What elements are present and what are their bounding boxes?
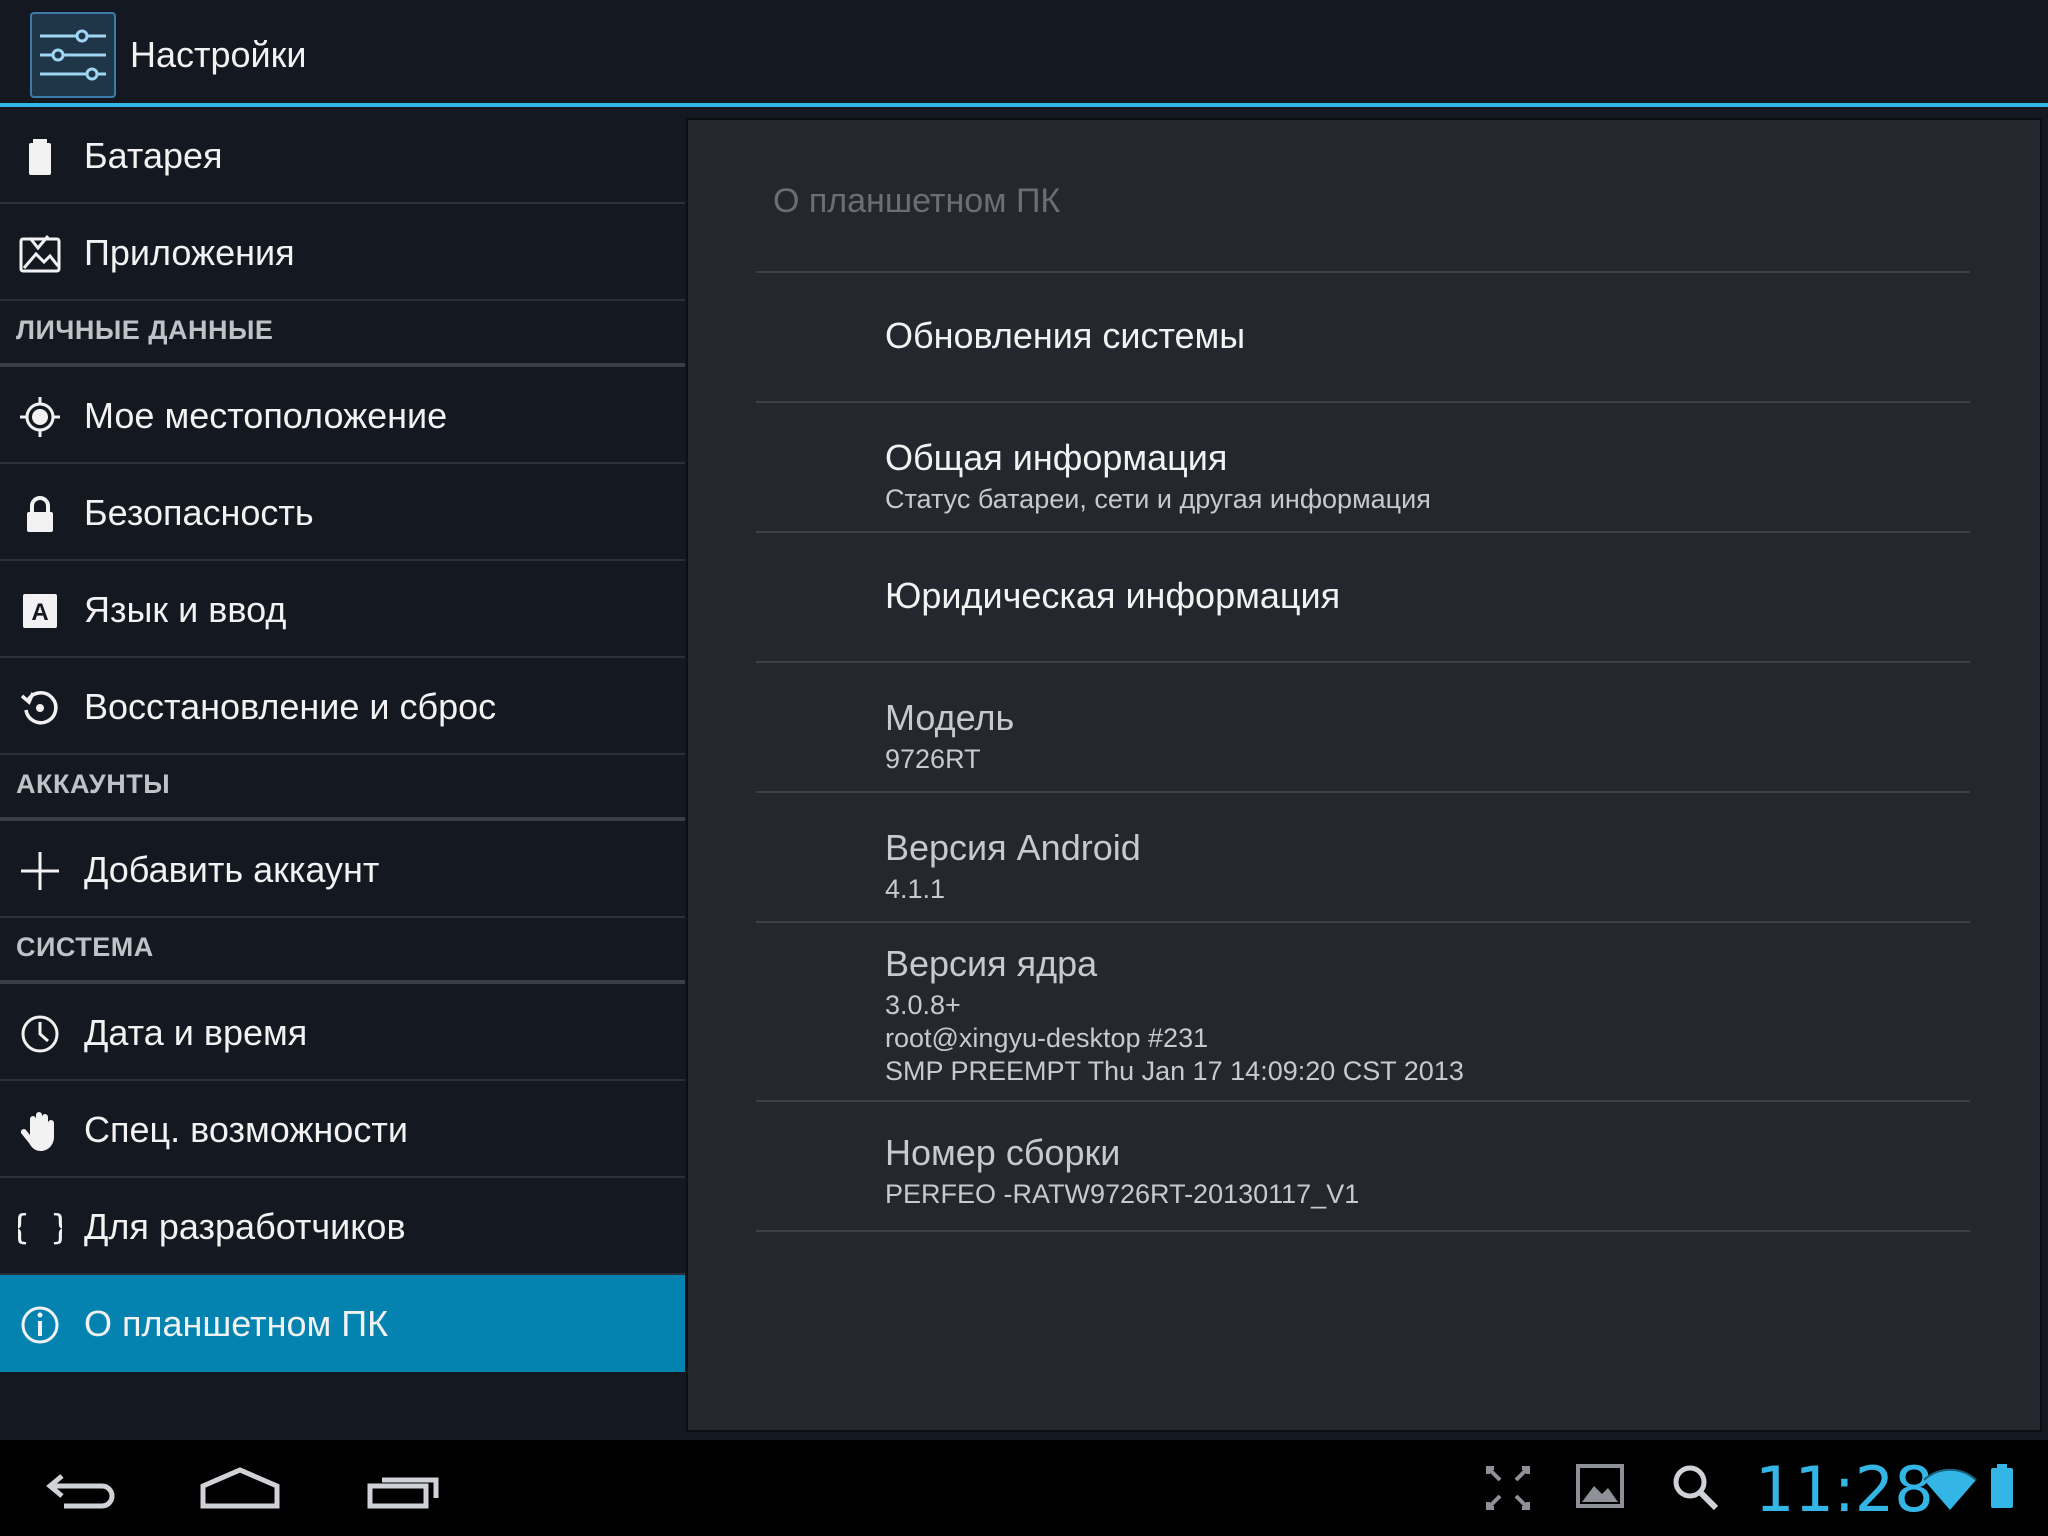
pref-summary: 4.1.1 bbox=[885, 874, 946, 904]
pref-title: Версия Android bbox=[885, 827, 1141, 868]
info-icon bbox=[21, 1306, 59, 1344]
pref-title: Общая информация bbox=[885, 437, 1228, 478]
pref-summary: PERFEO -RATW9726RT-20130117_V1 bbox=[885, 1179, 1360, 1209]
pref-status[interactable]: Общая информация Статус батареи, сети и … bbox=[756, 403, 1970, 531]
sidebar-item-language[interactable]: A Язык и ввод bbox=[0, 561, 685, 658]
sidebar-item-location[interactable]: Мое местоположение bbox=[0, 367, 685, 464]
sidebar-item-label: Приложения bbox=[84, 232, 295, 273]
app-title: Настройки bbox=[130, 34, 307, 75]
settings-sliders-icon[interactable] bbox=[30, 12, 116, 98]
sidebar-item-about-tablet[interactable]: О планшетном ПК bbox=[0, 1275, 685, 1372]
section-header-personal: ЛИЧНЫЕ ДАННЫЕ bbox=[0, 301, 685, 367]
gallery-icon[interactable] bbox=[1572, 1440, 1628, 1536]
sidebar-item-add-account[interactable]: Добавить аккаунт bbox=[0, 821, 685, 918]
sidebar-item-apps[interactable]: Приложения bbox=[0, 204, 685, 301]
svg-text:{ }: { } bbox=[18, 1208, 62, 1248]
fullscreen-icon[interactable] bbox=[1480, 1440, 1536, 1536]
section-header-accounts: АККАУНТЫ bbox=[0, 755, 685, 821]
sidebar-item-label: Мое местоположение bbox=[84, 395, 448, 436]
pref-kernel-version: Версия ядра 3.0.8+ root@xingyu-desktop #… bbox=[756, 923, 1970, 1100]
pref-model: Модель 9726RT bbox=[756, 663, 1970, 791]
apps-icon bbox=[19, 235, 61, 273]
sidebar-item-developer[interactable]: { } Для разработчиков bbox=[0, 1178, 685, 1275]
pref-summary-line: SMP PREEMPT Thu Jan 17 14:09:20 CST 2013 bbox=[885, 1056, 1464, 1086]
sidebar-item-backup-reset[interactable]: Восстановление и сброс bbox=[0, 658, 685, 755]
keyboard-language-icon: A bbox=[23, 594, 57, 628]
section-header-system: СИСТЕМА bbox=[0, 918, 685, 984]
pref-title: Номер сборки bbox=[885, 1132, 1121, 1173]
hand-icon bbox=[20, 1112, 54, 1151]
sidebar-item-battery[interactable]: Батарея bbox=[0, 107, 685, 204]
pref-title: Версия ядра bbox=[885, 943, 1098, 984]
pref-summary-line: 3.0.8+ bbox=[885, 990, 961, 1020]
pref-build-number[interactable]: Номер сборки PERFEO -RATW9726RT-20130117… bbox=[756, 1102, 1970, 1230]
section-header-label: СИСТЕМА bbox=[16, 932, 154, 962]
pane-header: О планшетном ПК bbox=[773, 182, 1061, 220]
section-header-label: ЛИЧНЫЕ ДАННЫЕ bbox=[16, 315, 274, 345]
lock-icon bbox=[27, 496, 53, 532]
action-bar: Настройки bbox=[0, 0, 2048, 107]
pref-title: Обновления системы bbox=[885, 315, 1246, 356]
sidebar-item-label: Безопасность bbox=[84, 492, 314, 533]
home-icon[interactable] bbox=[195, 1440, 285, 1536]
pref-title: Юридическая информация bbox=[885, 575, 1341, 616]
battery-status-icon bbox=[1991, 1464, 2013, 1508]
navigation-bar: 11:28 bbox=[0, 1440, 2048, 1536]
pref-summary-line: root@xingyu-desktop #231 bbox=[885, 1023, 1209, 1053]
wifi-icon bbox=[1923, 1468, 1977, 1510]
pref-legal-info[interactable]: Юридическая информация bbox=[756, 533, 1970, 661]
braces-icon: { } bbox=[18, 1208, 62, 1248]
recents-icon[interactable] bbox=[360, 1440, 450, 1536]
search-icon[interactable] bbox=[1668, 1440, 1724, 1536]
clock-icon bbox=[21, 1015, 59, 1053]
sidebar-item-date-time[interactable]: Дата и время bbox=[0, 984, 685, 1081]
status-clock[interactable]: 11:28 bbox=[1755, 1458, 1934, 1522]
pref-android-version[interactable]: Версия Android 4.1.1 bbox=[756, 793, 1970, 921]
pref-title: Модель bbox=[885, 697, 1015, 738]
section-header-label: АККАУНТЫ bbox=[16, 769, 171, 799]
sidebar-item-label: О планшетном ПК bbox=[84, 1303, 389, 1344]
sidebar-item-accessibility[interactable]: Спец. возможности bbox=[0, 1081, 685, 1178]
svg-text:A: A bbox=[31, 599, 48, 626]
settings-headers-list: Батарея Приложения ЛИЧНЫЕ ДАННЫЕ Мое мес… bbox=[0, 107, 685, 1440]
sidebar-item-label: Для разработчиков bbox=[84, 1206, 406, 1247]
sidebar-item-label: Спец. возможности bbox=[84, 1109, 408, 1150]
pref-summary: Статус батареи, сети и другая информация bbox=[885, 484, 1431, 514]
sidebar-item-label: Добавить аккаунт bbox=[84, 849, 380, 890]
about-tablet-pane: О планшетном ПК Обновления системы Общая… bbox=[686, 118, 2042, 1432]
battery-icon bbox=[29, 139, 51, 175]
location-icon bbox=[20, 397, 60, 437]
sidebar-item-label: Восстановление и сброс bbox=[84, 686, 497, 727]
pref-system-updates[interactable]: Обновления системы bbox=[756, 273, 1970, 401]
back-icon[interactable] bbox=[40, 1440, 130, 1536]
plus-icon bbox=[21, 852, 59, 890]
sidebar-item-label: Дата и время bbox=[84, 1012, 308, 1053]
sidebar-item-label: Язык и ввод bbox=[84, 589, 287, 630]
pref-summary: 9726RT bbox=[885, 744, 981, 774]
divider bbox=[756, 1230, 1970, 1232]
restore-icon bbox=[20, 691, 58, 725]
sidebar-item-security[interactable]: Безопасность bbox=[0, 464, 685, 561]
sidebar-item-label: Батарея bbox=[84, 135, 223, 176]
